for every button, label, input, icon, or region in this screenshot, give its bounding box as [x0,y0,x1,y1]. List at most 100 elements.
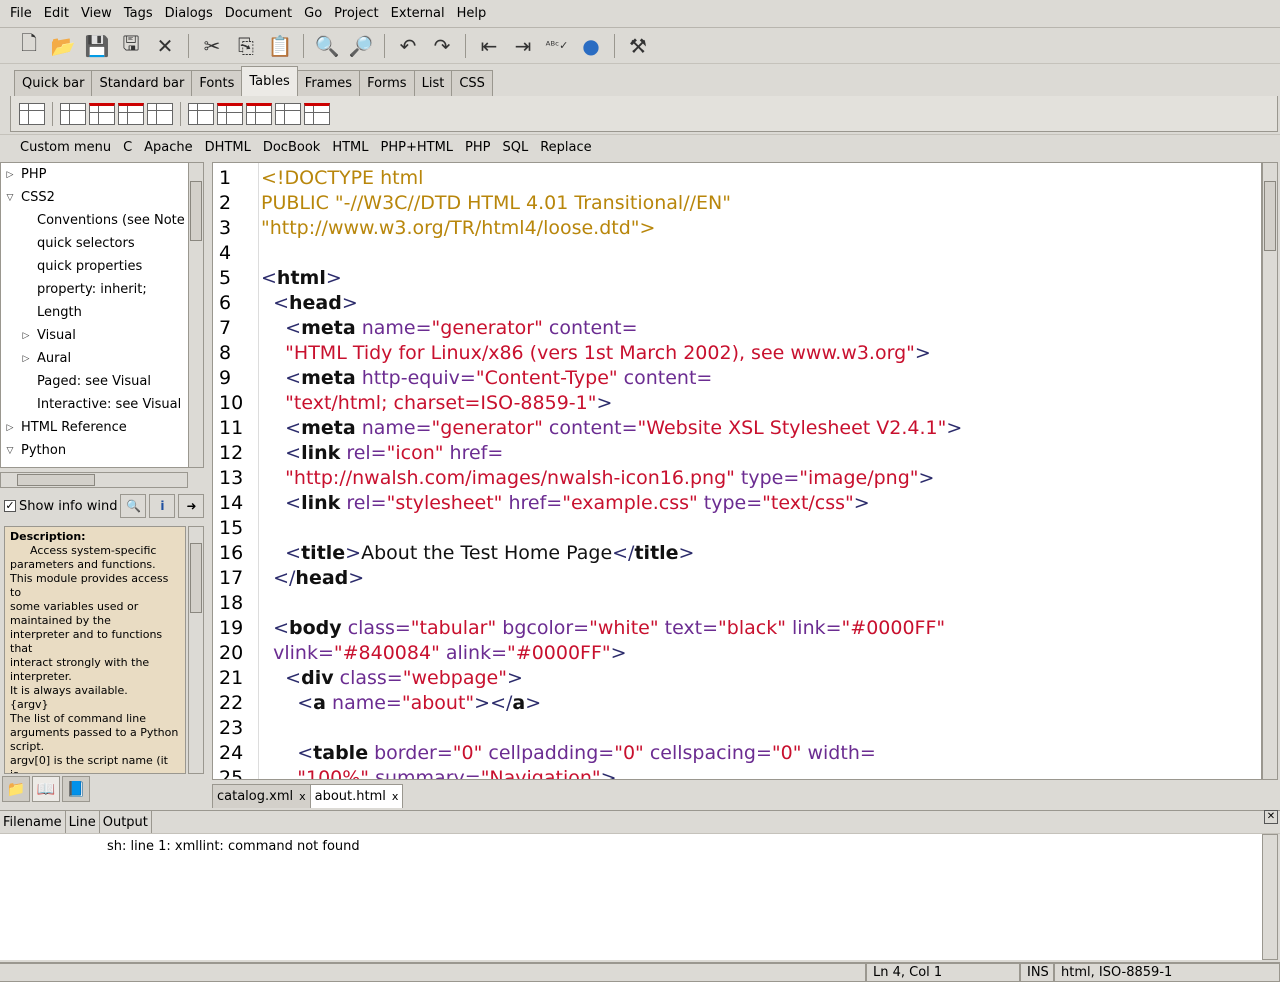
custom-menu-php[interactable]: PHP [459,140,496,155]
tab-fonts[interactable]: Fonts [191,70,243,96]
editor-scrollbar[interactable] [1262,162,1278,780]
tree-item[interactable]: ▷ PHP [1,163,189,186]
custom-menu-docbook[interactable]: DocBook [257,140,326,155]
custom-menu-apache[interactable]: Apache [138,140,199,155]
tree-item[interactable]: quick selectors [1,232,189,255]
reference-book-icon[interactable]: 📖 [32,776,60,802]
menu-dialogs[interactable]: Dialogs [159,6,219,21]
table-data-simple-icon[interactable] [275,102,301,125]
table-wizard-icon[interactable] [19,102,45,125]
table-header-icon[interactable] [89,102,115,125]
output-column-filename[interactable]: Filename [0,811,66,833]
scrollbar-thumb[interactable] [190,181,202,241]
scrollbar-thumb[interactable] [17,474,95,486]
table-header-simple-icon[interactable] [246,102,272,125]
menu-project[interactable]: Project [328,6,384,21]
tree-item[interactable]: property: inherit; [1,278,189,301]
output-column-output[interactable]: Output [100,811,152,833]
save-icon[interactable]: 💾 [82,31,112,61]
tab-tables[interactable]: Tables [241,66,298,96]
replace-icon[interactable]: 🔎 [346,31,376,61]
tab-css[interactable]: CSS [451,70,493,96]
menu-view[interactable]: View [75,6,118,21]
tree-item[interactable]: ▷Built-in Functions, T [1,462,189,467]
table-caption-icon[interactable] [147,102,173,125]
document-tab[interactable]: catalog.xml x [212,784,311,808]
tree-item[interactable]: ▷ HTML Reference [1,416,189,439]
unindent-icon[interactable]: ⇤ [474,31,504,61]
info-icon[interactable]: i [149,494,176,518]
custom-menu-replace[interactable]: Replace [534,140,597,155]
tab-standard-bar[interactable]: Standard bar [91,70,193,96]
output-column-line[interactable]: Line [66,811,100,833]
tab-forms[interactable]: Forms [359,70,415,96]
collapsed-arrow-icon[interactable]: ▷ [19,354,33,364]
menu-external[interactable]: External [385,6,451,21]
custom-menu-sql[interactable]: SQL [497,140,535,155]
menu-tags[interactable]: Tags [118,6,159,21]
tree-vertical-scrollbar[interactable] [188,162,204,468]
table-caption-simple-icon[interactable] [304,102,330,125]
copy-icon[interactable]: ⎘ [231,31,261,61]
new-file-icon[interactable]: 🗋 [14,31,44,61]
table-data-icon[interactable] [118,102,144,125]
tree-item[interactable]: ▷ Aural [1,347,189,370]
save-as-icon[interactable]: 🖫 [116,31,146,61]
browser-preview-icon[interactable]: ● [576,31,606,61]
indent-icon[interactable]: ⇥ [508,31,538,61]
find-icon[interactable]: 🔍 [312,31,342,61]
tree-item[interactable]: ▷ Visual [1,324,189,347]
close-icon[interactable]: ✕ [150,31,180,61]
scrollbar-thumb[interactable] [190,543,202,613]
expanded-arrow-icon[interactable]: ▽ [3,446,17,456]
collapsed-arrow-icon[interactable]: ▷ [3,170,17,180]
close-output-icon[interactable]: ✕ [1264,810,1278,824]
cut-icon[interactable]: ✂ [197,31,227,61]
tree-item[interactable]: Conventions (see Note [1,209,189,232]
collapsed-arrow-icon[interactable]: ▷ [19,331,33,341]
menu-go[interactable]: Go [298,6,328,21]
redo-icon[interactable]: ↷ [427,31,457,61]
search-icon[interactable]: 🔍 [120,494,147,518]
filebrowser-folder-icon[interactable]: 📁 [2,776,30,802]
custom-menu-html[interactable]: HTML [326,140,374,155]
custom-menu-dhtml[interactable]: DHTML [199,140,257,155]
preferences-tools-icon[interactable]: ⚒ [623,31,653,61]
code-text[interactable]: <!DOCTYPE html PUBLIC "-//W3C//DTD HTML 4… [261,166,962,779]
tab-list[interactable]: List [413,70,453,96]
menu-document[interactable]: Document [219,6,298,21]
custom-menu-custom-menu[interactable]: Custom menu [14,140,117,155]
code-editor[interactable]: 1 2 3 4 5 6 7 8 9 10 11 12 13 14 15 16 17 18 19 20 21 22 23 24 2… [212,162,1262,780]
tree-item[interactable]: ▽ CSS2 [1,186,189,209]
tree-item[interactable]: Length [1,301,189,324]
output-scrollbar[interactable] [1262,834,1278,960]
paste-icon[interactable]: 📋 [265,31,295,61]
document-tab[interactable]: about.html x [309,784,404,808]
menu-file[interactable]: File [4,6,38,21]
custom-menu-c[interactable]: C [117,140,138,155]
description-scrollbar[interactable] [188,526,204,774]
close-tab-icon[interactable]: x [299,790,306,803]
collapsed-arrow-icon[interactable]: ▷ [3,423,17,433]
tree-item[interactable]: Paged: see Visual [1,370,189,393]
tab-quick-bar[interactable]: Quick bar [14,70,93,96]
menu-help[interactable]: Help [451,6,493,21]
tab-frames[interactable]: Frames [296,70,361,96]
scrollbar-thumb[interactable] [1264,181,1276,251]
open-folder-icon[interactable]: 📂 [48,31,78,61]
spellcheck-icon[interactable]: ᴬᴮᶜ✓ [542,31,572,61]
bookmarks-book-icon[interactable]: 📘 [62,776,90,802]
custom-menu-php-html[interactable]: PHP+HTML [375,140,460,155]
menu-edit[interactable]: Edit [38,6,75,21]
table-row-icon[interactable] [60,102,86,125]
table-icon[interactable] [188,102,214,125]
undo-icon[interactable]: ↶ [393,31,423,61]
show-info-checkbox[interactable]: ✓ [4,500,16,512]
tree-item[interactable]: Interactive: see Visual [1,393,189,416]
table-row-simple-icon[interactable] [217,102,243,125]
tree-item[interactable]: ▽ Python [1,439,189,462]
close-tab-icon[interactable]: x [392,790,399,803]
expanded-arrow-icon[interactable]: ▽ [3,193,17,203]
forward-arrow-icon[interactable]: ➜ [178,494,205,518]
tree-horizontal-scrollbar[interactable] [0,472,188,488]
